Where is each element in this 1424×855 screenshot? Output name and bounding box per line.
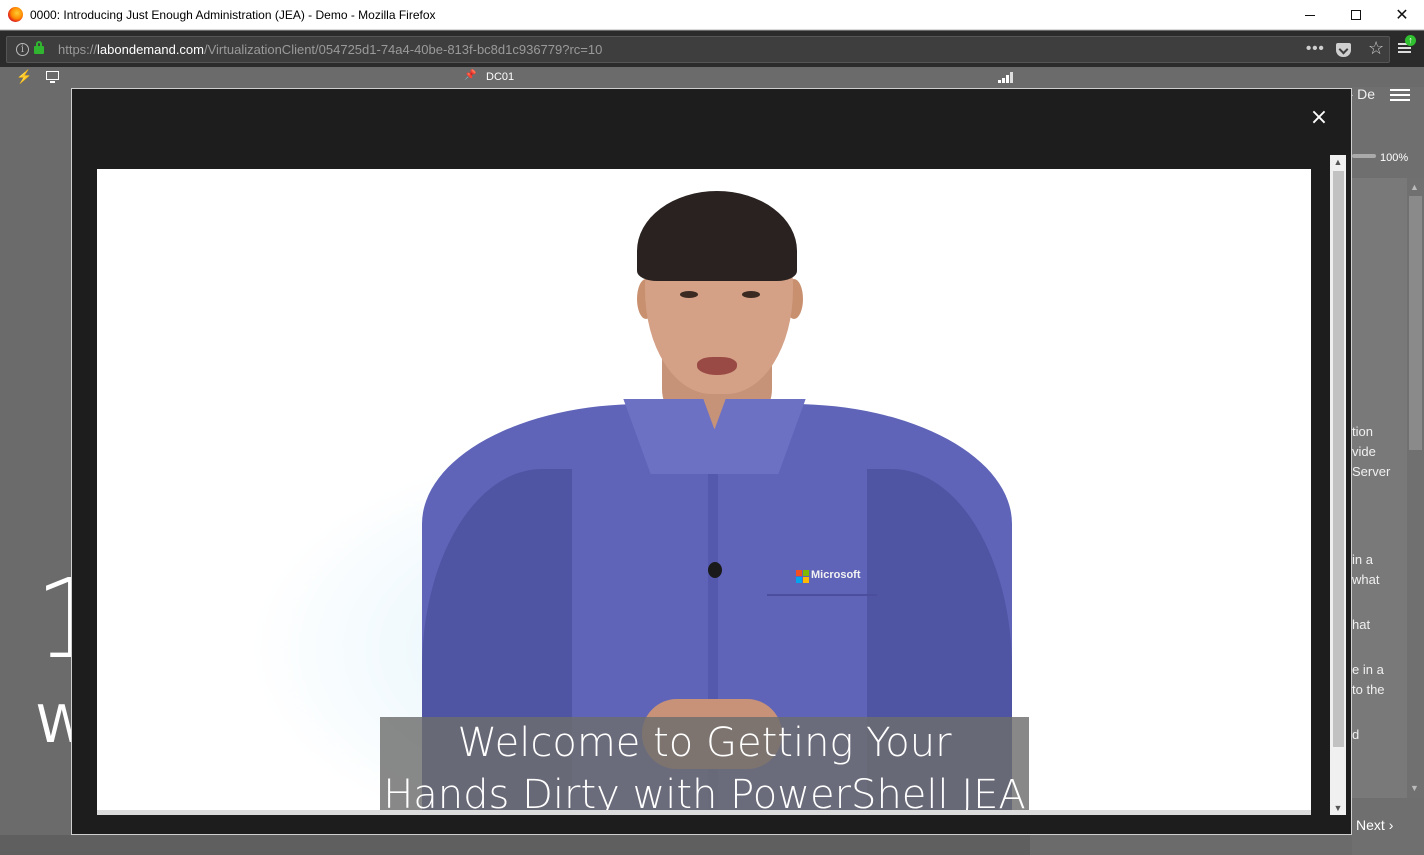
maximize-icon	[1351, 10, 1361, 20]
scroll-down-icon[interactable]: ▼	[1410, 783, 1419, 793]
next-label: Next	[1356, 817, 1385, 833]
bookmark-star-icon[interactable]: ☆	[1368, 38, 1384, 59]
video-caption: Welcome to Getting Your Hands Dirty with…	[380, 717, 1029, 815]
lab-toolbar: ⚡ 📌 DC01	[0, 67, 1424, 87]
window-titlebar: 0000: Introducing Just Enough Administra…	[0, 0, 1424, 30]
caption-line-1: Welcome to Getting Your	[457, 720, 952, 766]
lock-icon[interactable]	[34, 41, 44, 54]
presenter-hair	[637, 191, 797, 281]
power-bolt-icon[interactable]: ⚡	[16, 69, 32, 85]
instructions-menu-icon[interactable]	[1390, 89, 1410, 101]
instructions-text-line: d	[1352, 727, 1360, 742]
scroll-up-icon[interactable]: ▲	[1410, 182, 1419, 192]
monitor-icon[interactable]	[46, 71, 59, 83]
instructions-text-line: what	[1352, 572, 1380, 587]
background-bottom-strip	[0, 835, 1030, 855]
modal-scrollbar[interactable]: ▲ ▼	[1330, 155, 1346, 815]
instructions-text-line: Server	[1352, 464, 1391, 479]
instructions-text-line: tion	[1352, 424, 1373, 439]
caption-line-2: Hands Dirty with PowerShell JEA	[383, 772, 1026, 815]
browser-toolbar: i https://labondemand.com/Virtualization…	[0, 31, 1424, 67]
pin-icon[interactable]: 📌	[464, 70, 476, 81]
url-text[interactable]: https://labondemand.com/VirtualizationCl…	[58, 42, 602, 57]
video-player[interactable]: Microsoft Welcome to Getting Your Hands …	[97, 169, 1311, 815]
signal-strength-icon	[998, 72, 1014, 83]
presenter-eye	[742, 291, 760, 298]
presenter-shirt-pocket	[767, 594, 877, 596]
firefox-logo-icon	[8, 7, 23, 22]
minimize-icon	[1305, 14, 1315, 16]
instructions-scroll-thumb[interactable]	[1409, 196, 1422, 450]
instructions-text-line: in a	[1352, 552, 1373, 567]
instructions-text-line: e in a	[1352, 662, 1384, 677]
update-available-icon[interactable]: ↑	[1405, 35, 1416, 46]
scroll-down-icon[interactable]: ▼	[1333, 803, 1343, 813]
zoom-level: 100%	[1380, 152, 1409, 164]
url-host: labondemand.com	[97, 42, 204, 57]
close-window-button[interactable]: ✕	[1379, 0, 1424, 30]
zoom-slider[interactable]	[1352, 154, 1376, 158]
modal-scroll-thumb[interactable]	[1333, 171, 1344, 747]
machine-name[interactable]: DC01	[486, 71, 514, 83]
presenter-brow	[672, 275, 702, 281]
url-bar[interactable]: i https://labondemand.com/Virtualization…	[6, 36, 1390, 63]
instructions-content	[1352, 178, 1407, 798]
url-scheme: https://	[58, 42, 98, 57]
window-title: 0000: Introducing Just Enough Administra…	[30, 8, 436, 22]
maximize-button[interactable]	[1333, 0, 1379, 30]
lapel-microphone	[708, 562, 722, 578]
instructions-text-line: vide	[1352, 444, 1376, 459]
shirt-brand-text: Microsoft	[811, 569, 861, 581]
instructions-text-line: to the	[1352, 682, 1385, 697]
instructions-text-line: hat	[1352, 617, 1371, 632]
video-progress-bar[interactable]	[97, 810, 1311, 815]
pocket-icon[interactable]	[1336, 43, 1351, 57]
url-path: /VirtualizationClient/054725d1-74a4-40be…	[204, 42, 603, 57]
video-modal: × Microsoft Welcome to Getting Your Hand…	[71, 88, 1352, 835]
scroll-up-icon[interactable]: ▲	[1333, 157, 1343, 167]
close-modal-button[interactable]: ×	[1308, 107, 1330, 129]
page-actions-button[interactable]: •••	[1306, 40, 1325, 57]
site-info-icon[interactable]: i	[16, 43, 29, 56]
presenter-mouth	[697, 357, 737, 375]
microsoft-logo-icon	[796, 570, 809, 583]
next-button[interactable]: Next ›	[1356, 817, 1393, 833]
minimize-button[interactable]	[1287, 0, 1333, 30]
presenter-brow	[737, 275, 767, 281]
presenter-eye	[680, 291, 698, 298]
chevron-right-icon: ›	[1388, 817, 1394, 833]
